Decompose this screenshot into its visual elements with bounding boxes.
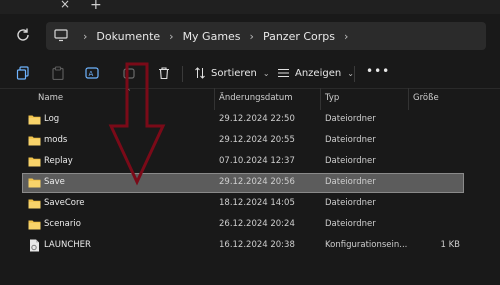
file-name: SaveCore: [44, 198, 85, 208]
navigation-row: › Dokumente › My Games › Panzer Corps ›: [0, 14, 500, 58]
column-header-type[interactable]: Typ: [325, 93, 339, 103]
config-file-icon: [30, 239, 39, 252]
file-name: Log: [44, 114, 60, 124]
file-modified: 26.12.2024 20:24: [219, 219, 295, 229]
file-row[interactable]: Log 29.12.2024 22:50 Dateiordner: [22, 110, 464, 130]
column-divider[interactable]: [214, 88, 215, 110]
rename-icon: A: [84, 67, 99, 79]
file-name: mods: [44, 135, 68, 145]
file-type: Dateiordner: [325, 156, 376, 166]
breadcrumb-my-games[interactable]: My Games: [183, 30, 241, 43]
file-modified: 16.12.2024 20:38: [219, 240, 295, 250]
toolbar-divider: [182, 66, 183, 82]
folder-icon: [28, 115, 41, 125]
copy-icon: [16, 66, 29, 80]
view-label: Anzeigen: [295, 67, 342, 79]
file-row[interactable]: LAUNCHER 16.12.2024 20:38 Konfigurations…: [22, 236, 464, 256]
file-type: Dateiordner: [325, 198, 376, 208]
close-tab-icon[interactable]: ×: [60, 0, 70, 11]
column-header-modified[interactable]: Änderungsdatum: [219, 93, 293, 103]
file-type: Dateiordner: [325, 177, 376, 187]
file-modified: 29.12.2024 22:50: [219, 114, 295, 124]
paste-button[interactable]: [49, 64, 67, 82]
file-row[interactable]: Replay 07.10.2024 12:37 Dateiordner: [22, 152, 464, 172]
toolbar-divider: [354, 66, 355, 82]
file-size: 1 KB: [440, 240, 460, 250]
file-row[interactable]: SaveCore 18.12.2024 14:05 Dateiordner: [22, 194, 464, 214]
refresh-icon[interactable]: [14, 26, 32, 44]
sort-dropdown-icon: ⌄: [262, 68, 270, 78]
file-modified: 29.12.2024 20:55: [219, 135, 295, 145]
title-strip: × +: [0, 0, 500, 14]
this-pc-icon[interactable]: [54, 28, 68, 42]
column-divider[interactable]: [408, 88, 409, 110]
file-row[interactable]: Scenario 26.12.2024 20:24 Dateiordner: [22, 215, 464, 235]
svg-text:A: A: [88, 70, 93, 78]
file-type: Dateiordner: [325, 114, 376, 124]
new-tab-button[interactable]: +: [90, 0, 102, 13]
breadcrumb-separator[interactable]: ›: [250, 30, 254, 43]
folder-icon: [28, 157, 41, 167]
view-icon: [278, 68, 289, 78]
file-name: Save: [44, 177, 65, 187]
column-divider[interactable]: [320, 88, 321, 110]
more-options-button[interactable]: •••: [366, 64, 390, 78]
file-modified: 18.12.2024 14:05: [219, 198, 295, 208]
folder-icon: [28, 199, 41, 209]
file-row[interactable]: mods 29.12.2024 20:55 Dateiordner: [22, 131, 464, 151]
sort-button[interactable]: Sortieren ⌄: [194, 64, 270, 82]
folder-icon: [28, 178, 41, 188]
folder-icon: [28, 220, 41, 230]
file-name: LAUNCHER: [44, 240, 91, 250]
view-dropdown-icon: ⌄: [347, 68, 354, 78]
column-header-row: ^ Name Änderungsdatum Typ Größe: [0, 88, 500, 110]
address-bar[interactable]: › Dokumente › My Games › Panzer Corps ›: [46, 22, 486, 50]
breadcrumb-separator[interactable]: ›: [83, 30, 87, 43]
annotation-arrow-icon: [108, 62, 166, 186]
rename-button[interactable]: A: [83, 64, 101, 82]
breadcrumb-dokumente[interactable]: Dokumente: [96, 30, 160, 43]
view-button[interactable]: Anzeigen ⌄: [277, 64, 354, 82]
file-name: Replay: [44, 156, 73, 166]
column-header-name[interactable]: Name: [38, 93, 63, 103]
file-modified: 29.12.2024 20:56: [219, 177, 295, 187]
breadcrumb-separator[interactable]: ›: [344, 30, 348, 43]
sort-icon: [195, 67, 205, 79]
sort-label: Sortieren: [211, 67, 257, 79]
command-bar: A Sortieren ⌄ Anzeigen ⌄ •••: [0, 58, 500, 89]
file-modified: 07.10.2024 12:37: [219, 156, 295, 166]
paste-icon: [52, 66, 64, 80]
file-type: Dateiordner: [325, 135, 376, 145]
folder-icon: [28, 136, 41, 146]
column-header-size[interactable]: Größe: [413, 93, 439, 103]
copy-button[interactable]: [14, 64, 32, 82]
breadcrumb: › Dokumente › My Games › Panzer Corps ›: [74, 22, 357, 50]
file-type: Konfigurationsein...: [325, 240, 408, 250]
file-name: Scenario: [44, 219, 81, 229]
file-row-selected[interactable]: Save 29.12.2024 20:56 Dateiordner: [22, 173, 464, 193]
breadcrumb-separator[interactable]: ›: [169, 30, 173, 43]
file-type: Dateiordner: [325, 219, 376, 229]
breadcrumb-panzer-corps[interactable]: Panzer Corps: [263, 30, 335, 43]
